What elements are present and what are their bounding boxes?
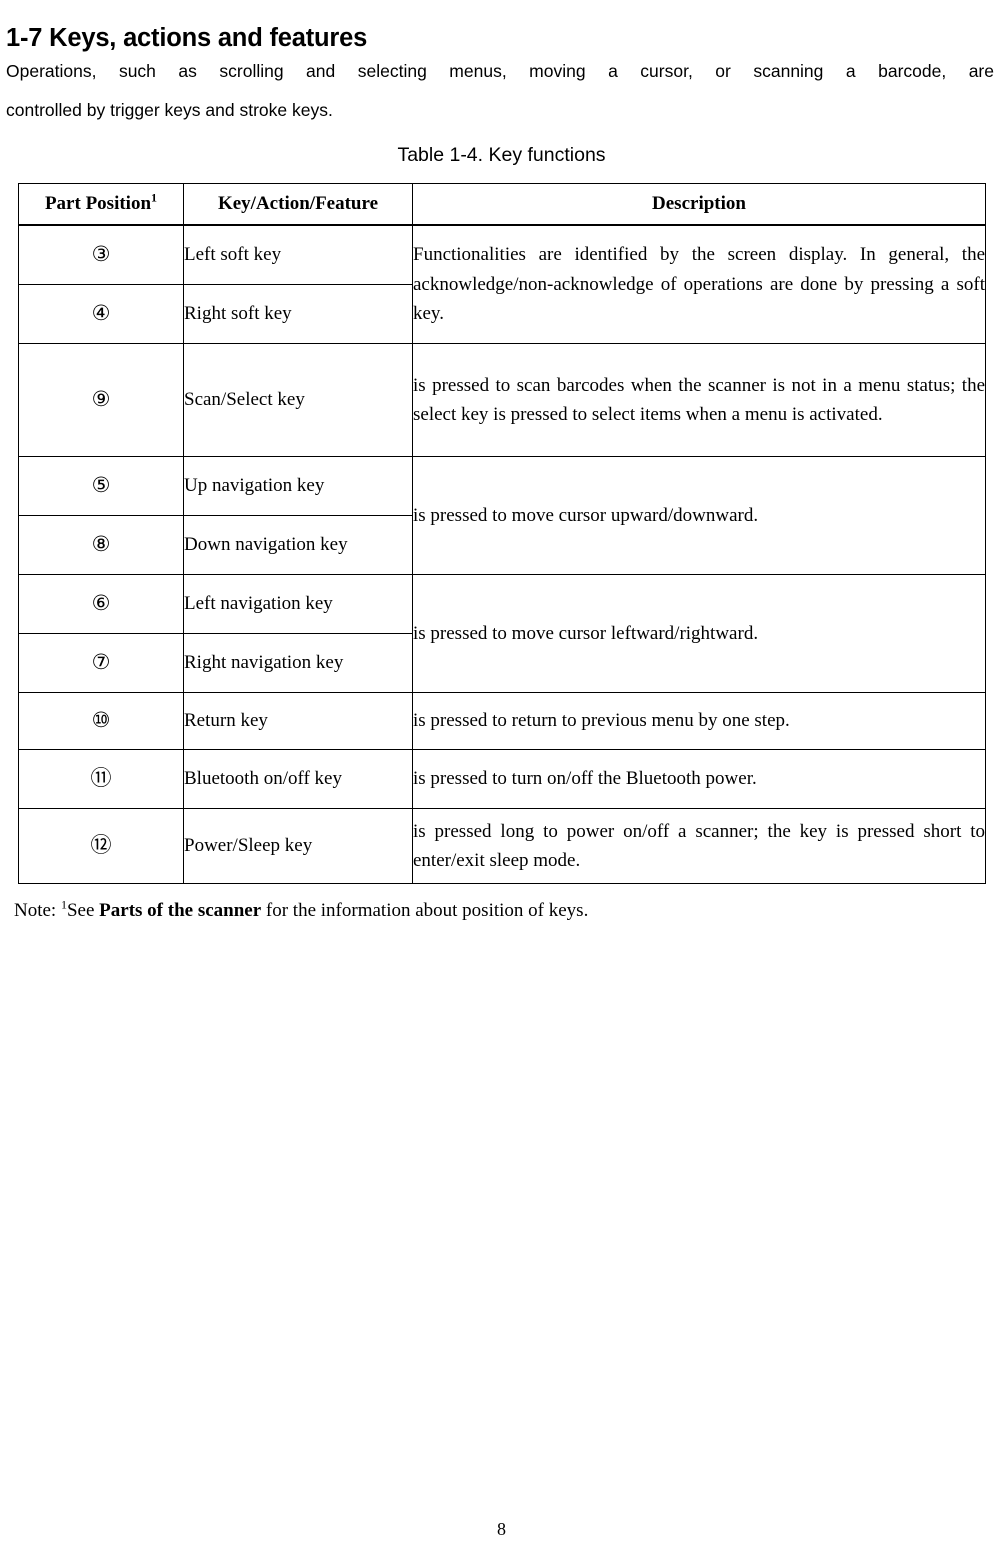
key-feature-cell: Bluetooth on/off key bbox=[183, 749, 413, 809]
part-position-cell: ⑦ bbox=[18, 633, 184, 693]
key-feature-cell: Left navigation key bbox=[183, 574, 413, 634]
section-heading: 1-7 Keys, actions and features bbox=[6, 24, 368, 53]
table-header-row: Part Position1 Key/Action/Feature Descri… bbox=[18, 183, 986, 226]
table-row: ⑤ Up navigation key is pressed to move c… bbox=[18, 456, 986, 575]
key-feature-cell: Scan/Select key bbox=[183, 343, 413, 457]
document-page: 1-7 Keys, actions and features Operation… bbox=[0, 0, 1003, 1561]
table-caption: Table 1-4. Key functions bbox=[397, 144, 606, 166]
key-feature-cell: Power/Sleep key bbox=[183, 808, 413, 884]
description-cell-up-down: is pressed to move cursor upward/downwar… bbox=[412, 456, 986, 575]
table-header: Part Position1 Key/Action/Feature Descri… bbox=[18, 183, 986, 226]
table-row: ⑥ Left navigation key is pressed to move… bbox=[18, 574, 986, 693]
intro-line-2: controlled by trigger keys and stroke ke… bbox=[6, 100, 333, 120]
description-cell-bluetooth: is pressed to turn on/off the Bluetooth … bbox=[412, 749, 986, 809]
page-number: 8 bbox=[497, 1519, 506, 1539]
description-cell-left-right: is pressed to move cursor leftward/right… bbox=[412, 574, 986, 693]
part-position-cell: ③ bbox=[18, 224, 184, 285]
part-position-cell: ⑩ bbox=[18, 692, 184, 750]
footnote-text-before: See bbox=[66, 900, 100, 921]
part-position-cell: ⑫ bbox=[18, 808, 184, 884]
table-row: ⑪ Bluetooth on/off key is pressed to tur… bbox=[18, 749, 986, 809]
part-position-cell: ⑧ bbox=[18, 515, 184, 575]
part-position-cell: ⑨ bbox=[18, 343, 184, 457]
key-feature-cell: Right soft key bbox=[183, 284, 413, 344]
column-header-part-position-label: Part Position bbox=[44, 193, 152, 214]
key-feature-cell: Left soft key bbox=[183, 224, 413, 285]
key-feature-cell: Up navigation key bbox=[183, 456, 413, 516]
column-header-key-action-feature: Key/Action/Feature bbox=[183, 183, 413, 226]
description-cell-return: is pressed to return to previous menu by… bbox=[412, 692, 986, 750]
table-row: ⑩ Return key is pressed to return to pre… bbox=[18, 692, 986, 750]
column-header-description: Description bbox=[412, 183, 986, 226]
key-feature-cell: Right navigation key bbox=[183, 633, 413, 693]
intro-line-1: Operations, such as scrolling and select… bbox=[6, 61, 994, 81]
table-row: ⑫ Power/Sleep key is pressed long to pow… bbox=[18, 808, 986, 884]
description-cell-soft-keys: Functionalities are identified by the sc… bbox=[412, 224, 986, 344]
table-row: ③ Left soft key Functionalities are iden… bbox=[18, 224, 986, 344]
key-feature-cell: Return key bbox=[183, 692, 413, 750]
table-row: ⑨ Scan/Select key is pressed to scan bar… bbox=[18, 343, 986, 457]
part-position-cell: ⑥ bbox=[18, 574, 184, 634]
key-feature-cell: Down navigation key bbox=[183, 515, 413, 575]
part-position-cell: ⑤ bbox=[18, 456, 184, 516]
footnote-bold-reference: Parts of the scanner bbox=[99, 900, 262, 921]
footnote-text-after: for the information about position of ke… bbox=[261, 900, 589, 921]
description-cell-scan-select: is pressed to scan barcodes when the sca… bbox=[412, 343, 986, 457]
footnote-prefix: Note: bbox=[14, 900, 61, 921]
intro-paragraph: Operations, such as scrolling and select… bbox=[6, 52, 994, 130]
footnote-marker: 1 bbox=[151, 190, 158, 205]
column-header-part-position: Part Position1 bbox=[18, 183, 184, 226]
table-footnote: Note: 1See Parts of the scanner for the … bbox=[14, 898, 974, 924]
part-position-cell: ⑪ bbox=[18, 749, 184, 809]
table-body: ③ Left soft key Functionalities are iden… bbox=[18, 224, 986, 884]
description-cell-power-sleep: is pressed long to power on/off a scanne… bbox=[412, 808, 986, 884]
key-functions-table: Part Position1 Key/Action/Feature Descri… bbox=[18, 183, 986, 884]
part-position-cell: ④ bbox=[18, 284, 184, 344]
